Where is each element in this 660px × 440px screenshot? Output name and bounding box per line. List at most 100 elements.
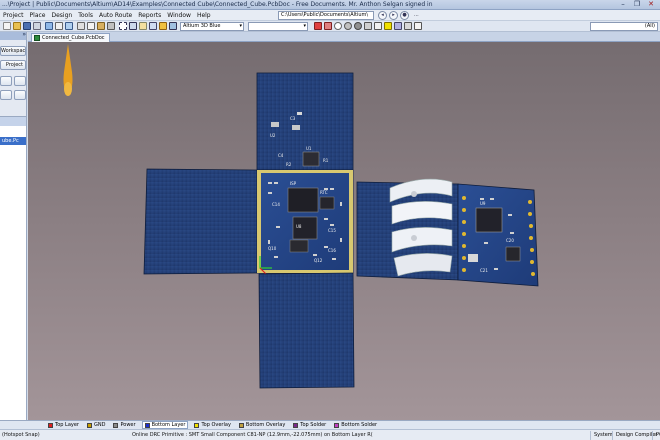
structure-view-toggle[interactable] (14, 76, 26, 86)
route-diff-pair-icon[interactable] (324, 22, 332, 30)
silk-label: R1 (323, 158, 329, 163)
via-icon[interactable] (354, 22, 362, 30)
close-button[interactable]: ✕ (644, 0, 658, 9)
menu-tools[interactable]: Tools (75, 12, 96, 19)
snap-status: (Hotspot Snap) (2, 432, 40, 438)
silk-label: C21 (480, 268, 488, 273)
string-icon[interactable] (374, 22, 382, 30)
nav-label: ... (414, 12, 419, 18)
new-file-icon[interactable] (3, 22, 11, 30)
zoom-select-icon[interactable] (65, 22, 73, 30)
project-tree-selected-item[interactable]: ube.Pc (0, 137, 26, 145)
minimize-button[interactable]: – (616, 0, 630, 9)
panel-options-button[interactable] (14, 90, 26, 100)
layer-tab-bottom-layer[interactable]: Bottom Layer (141, 421, 189, 429)
layer-tab-gnd[interactable]: GND (85, 421, 107, 429)
layer-tab-top-overlay[interactable]: Top Overlay (192, 421, 232, 429)
menu-window[interactable]: Window (164, 12, 194, 19)
polygon-icon[interactable] (394, 22, 402, 30)
project-button[interactable]: Project (0, 60, 26, 70)
silk-label: ISP (290, 181, 297, 186)
fill-icon[interactable] (364, 22, 372, 30)
menu-design[interactable]: Design (48, 12, 75, 19)
silk-label: Q12 (314, 258, 323, 263)
right-panel (356, 178, 459, 281)
nav-buttons: ◂ ▸ ● (378, 11, 409, 20)
back-icon[interactable]: ◂ (378, 11, 387, 20)
forward-icon[interactable]: ▸ (389, 11, 398, 20)
menu-project[interactable]: Project (0, 12, 27, 19)
document-tab-bar: Connected_Cube.PcbDoc (28, 32, 660, 42)
layer-name: Power (120, 422, 136, 428)
layer-tab-bottom-overlay[interactable]: Bottom Overlay (237, 421, 287, 429)
pcb-3d-viewport[interactable]: U1 U2 C3 C4 R1 R2 ISP U8 RTC Q10 Q12 C14… (28, 42, 660, 420)
tab-connected-cube-pcbdoc[interactable]: Connected_Cube.PcbDoc (31, 33, 110, 42)
arc-icon[interactable] (334, 22, 342, 30)
silk-label: C3 (290, 116, 296, 121)
view-configuration-select[interactable]: Altium 3D Blue ▾ (180, 22, 244, 31)
layer-color-swatch (86, 422, 92, 428)
select-area-icon[interactable] (119, 22, 127, 30)
layer-name: GND (93, 422, 106, 428)
print-icon[interactable] (33, 22, 41, 30)
layer-name: Bottom Layer (151, 422, 186, 428)
menu-reports[interactable]: Reports (135, 12, 164, 19)
layer-color-swatch (144, 422, 150, 428)
workspace-button[interactable]: Workspace (0, 46, 26, 56)
pcb-panel-button[interactable]: PCB (652, 431, 660, 440)
layer-tab-bottom-solder[interactable]: Bottom Solder (332, 421, 379, 429)
cross-probe-icon[interactable] (169, 22, 177, 30)
tab-label: Connected_Cube.PcbDoc (42, 35, 105, 41)
window-title: ...\Project | Public\Documents\Altium\AD… (2, 1, 433, 8)
panel-folder-button[interactable] (0, 90, 12, 100)
save-icon[interactable] (23, 22, 31, 30)
paste-icon[interactable] (97, 22, 105, 30)
menu-bar: Project Place Design Tools Auto Route Re… (0, 10, 660, 21)
pad-icon[interactable] (344, 22, 352, 30)
region-icon[interactable] (404, 22, 412, 30)
copy-icon[interactable] (87, 22, 95, 30)
layer-tab-top-layer[interactable]: Top Layer (46, 421, 81, 429)
pcb-document-icon (34, 35, 40, 41)
status-bar: (Hotspot Snap) Online DRC Primitive : SM… (0, 429, 660, 440)
pencil-icon[interactable] (159, 22, 167, 30)
route-interactive-icon[interactable] (314, 22, 322, 30)
chevron-down-icon: ▾ (303, 23, 306, 29)
bottom-panel (258, 272, 355, 389)
layer-name: Top Overlay (201, 422, 231, 428)
cut-icon[interactable] (77, 22, 85, 30)
right-pcb: U9 C20 C21 (457, 183, 539, 287)
open-folder-icon[interactable] (13, 22, 21, 30)
workspace-view-toggle[interactable] (0, 76, 12, 86)
layer-tab-power[interactable]: Power (111, 421, 137, 429)
project-tree-header (0, 117, 26, 126)
zoom-area-icon[interactable] (55, 22, 63, 30)
silk-label: U1 (306, 146, 312, 151)
layer-name: Bottom Solder (341, 422, 378, 428)
selection-filter-select[interactable]: (All) (590, 22, 658, 31)
go-icon[interactable]: ● (400, 11, 409, 20)
panel-pin-icon[interactable]: » (22, 32, 26, 38)
zoom-fit-icon[interactable] (45, 22, 53, 30)
move-icon[interactable] (129, 22, 137, 30)
menu-auto-route[interactable]: Auto Route (96, 12, 135, 19)
layer-color-swatch (238, 422, 244, 428)
droplet-icon (63, 44, 73, 96)
layer-tab-top-solder[interactable]: Top Solder (291, 421, 328, 429)
menu-place[interactable]: Place (27, 12, 49, 19)
document-path-input[interactable]: C:\Users\Public\Documents\Altium\ (278, 11, 374, 20)
dimension-icon[interactable] (414, 22, 422, 30)
undo-icon[interactable] (149, 22, 157, 30)
restore-button[interactable]: ❐ (630, 0, 644, 9)
class-filter-select[interactable]: ▾ (248, 22, 308, 31)
layer-name: Top Solder (300, 422, 327, 428)
layer-name: Bottom Overlay (245, 422, 286, 428)
deselect-icon[interactable] (139, 22, 147, 30)
rubber-stamp-icon[interactable] (107, 22, 115, 30)
silk-label: C14 (272, 202, 280, 207)
panel-header: » (0, 32, 26, 40)
view-configuration-value: Altium 3D Blue (183, 23, 221, 29)
component-icon[interactable] (384, 22, 392, 30)
silk-label: RTC (320, 190, 328, 195)
menu-help[interactable]: Help (194, 12, 214, 19)
